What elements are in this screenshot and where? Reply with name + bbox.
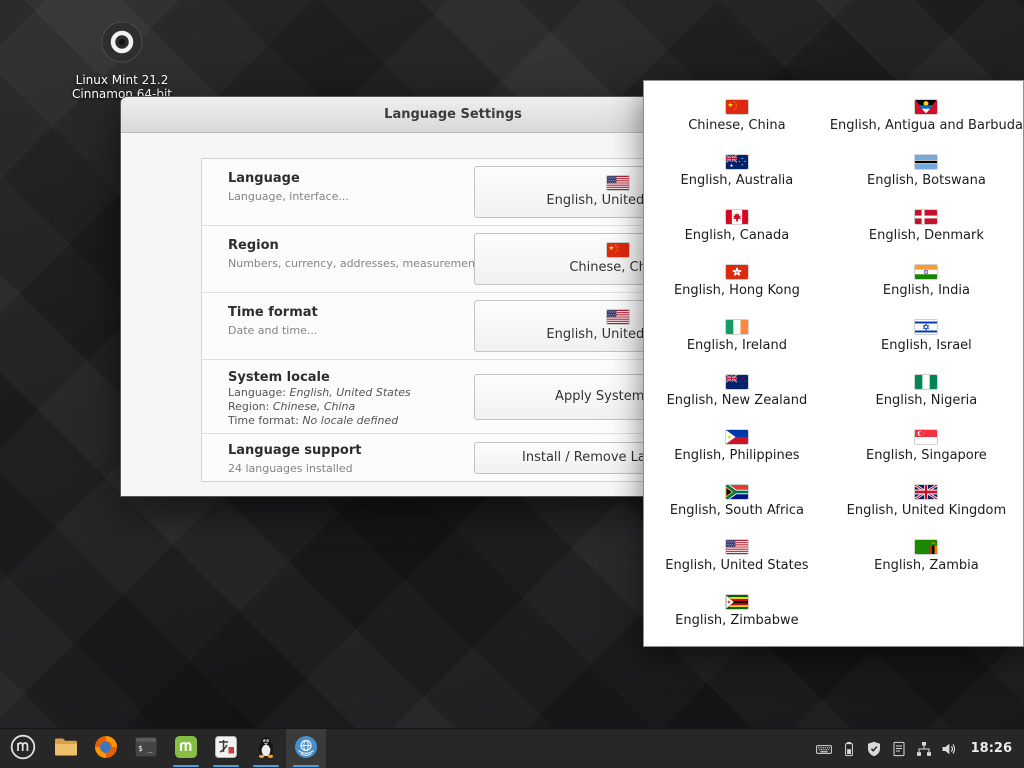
flag-zw-icon bbox=[726, 595, 748, 609]
flag-in-icon bbox=[915, 265, 937, 279]
language-option-english-antigua-and-barbuda[interactable]: English, Antigua and Barbuda bbox=[830, 89, 1023, 144]
flag-ag-icon bbox=[915, 100, 937, 114]
language-option-english-zambia[interactable]: English, Zambia bbox=[830, 529, 1023, 584]
language-option-english-canada[interactable]: English, Canada bbox=[644, 199, 830, 254]
launcher-files[interactable] bbox=[46, 729, 86, 768]
files-icon bbox=[53, 734, 79, 764]
svg-text:$ _: $ _ bbox=[138, 744, 153, 753]
language-option-label: English, Denmark bbox=[869, 228, 984, 243]
tray-keyboard-icon[interactable] bbox=[816, 741, 832, 757]
tray-notes-icon[interactable] bbox=[891, 741, 907, 757]
language-option-label: English, Zimbabwe bbox=[675, 613, 799, 628]
flag-zm-icon bbox=[915, 540, 937, 554]
flag-ie-icon bbox=[726, 320, 748, 334]
taskbar-clock: 18:26 bbox=[971, 741, 1012, 756]
mint-logo-icon bbox=[10, 734, 36, 764]
language-option-label: English, Botswana bbox=[867, 173, 986, 188]
language-option-english-australia[interactable]: English, Australia bbox=[644, 144, 830, 199]
flag-us-icon bbox=[607, 176, 629, 190]
taskbar-window-tux-app[interactable] bbox=[246, 729, 286, 768]
language-option-english-zimbabwe[interactable]: English, Zimbabwe bbox=[644, 584, 830, 639]
flag-nz-icon bbox=[726, 375, 748, 389]
language-option-english-botswana[interactable]: English, Botswana bbox=[830, 144, 1023, 199]
desktop-background: Linux Mint 21.2 Cinnamon 64-bit Language… bbox=[0, 0, 1024, 768]
tux-icon bbox=[253, 734, 279, 764]
mint-welcome-icon bbox=[173, 734, 199, 764]
locale-icon bbox=[293, 734, 319, 764]
flag-cn-icon bbox=[607, 243, 629, 257]
flag-ng-icon bbox=[915, 375, 937, 389]
language-option-label: English, United Kingdom bbox=[847, 503, 1007, 518]
language-option-label: English, Nigeria bbox=[876, 393, 978, 408]
mint-disc-icon bbox=[98, 18, 146, 66]
flag-bw-icon bbox=[915, 155, 937, 169]
tray-network-icon[interactable] bbox=[916, 741, 932, 757]
language-option-label: Chinese, China bbox=[688, 118, 785, 133]
language-picker-grid: Chinese, China English, Antigua and Barbu… bbox=[644, 81, 1023, 647]
launcher-terminal[interactable]: $ _ bbox=[126, 729, 166, 768]
taskbar-window-language-settings[interactable] bbox=[286, 729, 326, 768]
language-option-label: English, South Africa bbox=[670, 503, 804, 518]
language-option-english-united-kingdom[interactable]: English, United Kingdom bbox=[830, 474, 1023, 529]
terminal-icon: $ _ bbox=[133, 734, 159, 764]
flag-ca-icon bbox=[726, 210, 748, 224]
language-option-label: English, Antigua and Barbuda bbox=[830, 118, 1023, 133]
firefox-icon bbox=[93, 734, 119, 764]
language-option-english-philippines[interactable]: English, Philippines bbox=[644, 419, 830, 474]
language-option-label: English, Canada bbox=[685, 228, 790, 243]
flag-us-icon bbox=[607, 310, 629, 324]
language-option-label: English, Philippines bbox=[674, 448, 799, 463]
language-option-english-united-states[interactable]: English, United States bbox=[644, 529, 830, 584]
language-option-label: English, New Zealand bbox=[667, 393, 808, 408]
language-option-english-new-zealand[interactable]: English, New Zealand bbox=[644, 364, 830, 419]
flag-au-icon bbox=[726, 155, 748, 169]
tray-icons bbox=[816, 741, 957, 757]
language-option-english-israel[interactable]: English, Israel bbox=[830, 309, 1023, 364]
flag-sg-icon bbox=[915, 430, 937, 444]
language-option-label: English, Hong Kong bbox=[674, 283, 800, 298]
language-option-label: English, Singapore bbox=[866, 448, 987, 463]
language-option-english-singapore[interactable]: English, Singapore bbox=[830, 419, 1023, 474]
language-option-label: English, Ireland bbox=[687, 338, 787, 353]
flag-za-icon bbox=[726, 485, 748, 499]
taskbar-window-mint-welcome[interactable] bbox=[166, 729, 206, 768]
flag-il-icon bbox=[915, 320, 937, 334]
language-option-english-ireland[interactable]: English, Ireland bbox=[644, 309, 830, 364]
language-option-label: English, India bbox=[883, 283, 970, 298]
language-picker-popup: Chinese, China English, Antigua and Barbu… bbox=[643, 80, 1024, 647]
flag-us-icon bbox=[726, 540, 748, 554]
flag-dk-icon bbox=[915, 210, 937, 224]
flag-ph-icon bbox=[726, 430, 748, 444]
tray-battery-icon[interactable] bbox=[841, 741, 857, 757]
language-option-english-hong-kong[interactable]: English, Hong Kong bbox=[644, 254, 830, 309]
flag-hk-icon bbox=[726, 265, 748, 279]
taskbar-window-input-method[interactable] bbox=[206, 729, 246, 768]
language-option-label: English, Australia bbox=[681, 173, 794, 188]
launcher-firefox[interactable] bbox=[86, 729, 126, 768]
taskbar-windows bbox=[166, 729, 326, 768]
window-title: Language Settings bbox=[384, 107, 522, 122]
tray-shield-icon[interactable] bbox=[866, 741, 882, 757]
language-option-label: English, United States bbox=[665, 558, 808, 573]
language-option-label: English, Zambia bbox=[874, 558, 979, 573]
language-option-english-india[interactable]: English, India bbox=[830, 254, 1023, 309]
desktop-icon-installer[interactable]: Linux Mint 21.2 Cinnamon 64-bit bbox=[72, 18, 172, 102]
language-option-english-denmark[interactable]: English, Denmark bbox=[830, 199, 1023, 254]
language-option-label: English, Israel bbox=[881, 338, 972, 353]
tray-volume-icon[interactable] bbox=[941, 741, 957, 757]
taskbar: $ _ 18:26 bbox=[0, 728, 1024, 768]
language-option-english-nigeria[interactable]: English, Nigeria bbox=[830, 364, 1023, 419]
flag-cn-icon bbox=[726, 100, 748, 114]
taskbar-tray-area: 18:26 bbox=[816, 729, 1024, 768]
language-option-english-south-africa[interactable]: English, South Africa bbox=[644, 474, 830, 529]
flag-gb-icon bbox=[915, 485, 937, 499]
input-method-icon bbox=[213, 734, 239, 764]
taskbar-launchers: $ _ bbox=[46, 729, 166, 768]
language-option-chinese-china[interactable]: Chinese, China bbox=[644, 89, 830, 144]
menu-button[interactable] bbox=[0, 729, 46, 768]
